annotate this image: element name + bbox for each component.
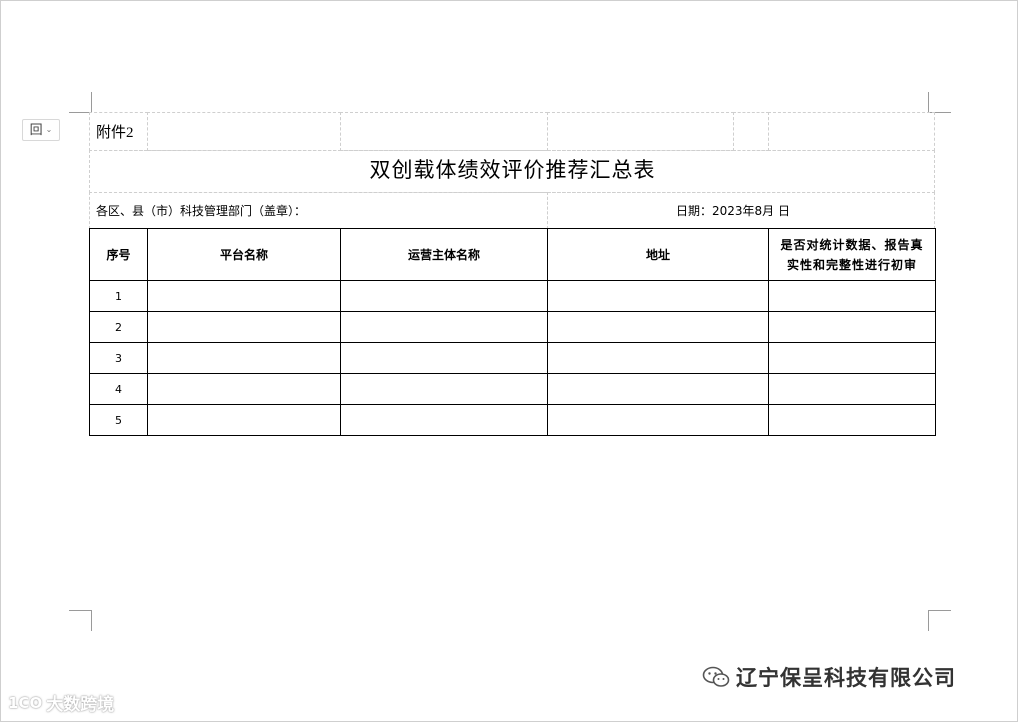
gridline-cell	[340, 112, 548, 151]
row-number: 5	[89, 404, 148, 436]
table-cell[interactable]	[147, 342, 341, 374]
table-cell[interactable]	[147, 311, 341, 343]
table-cell[interactable]	[547, 373, 769, 405]
layout-options-icon: 回	[29, 122, 43, 138]
attachment-label: 附件2	[96, 125, 134, 141]
table-row: 5	[89, 404, 936, 436]
table-cell[interactable]	[768, 404, 936, 436]
table-cell[interactable]	[147, 280, 341, 312]
header-review-line2: 实性和完整性进行初审	[786, 257, 917, 272]
table-row: 2	[89, 311, 936, 343]
table-row: 1	[89, 280, 936, 312]
date-label: 日期：2023年8月 日	[676, 204, 790, 218]
table-cell[interactable]	[340, 311, 548, 343]
table-cell[interactable]	[340, 342, 548, 374]
row-number: 3	[89, 342, 148, 374]
table-cell[interactable]	[547, 280, 769, 312]
crop-mark-top-right	[928, 92, 951, 113]
table-cell[interactable]	[340, 280, 548, 312]
header-seq: 序号	[89, 228, 148, 281]
header-review-line1: 是否对统计数据、报告真	[780, 237, 924, 252]
header-platform-name: 平台名称	[147, 228, 341, 281]
region-label: 各区、县（市）科技管理部门（盖章）：	[96, 204, 307, 218]
table-cell[interactable]	[768, 342, 936, 374]
company-name: 辽宁保呈科技有限公司	[736, 666, 956, 690]
form-title: 双创载体绩效评价推荐汇总表	[369, 158, 656, 182]
table-row: 3	[89, 342, 936, 374]
crop-mark-bottom-right	[928, 610, 951, 631]
layout-options-button[interactable]: 回 ⌄	[22, 119, 60, 141]
crop-mark-top-left	[69, 92, 92, 113]
gridline-cell	[547, 112, 734, 151]
summary-table: 序号 平台名称 运营主体名称 地址 是否对统计数据、报告真 实性和完整性进行初审…	[89, 228, 936, 436]
gridline-cell	[768, 112, 935, 151]
gridline-cell	[147, 112, 341, 151]
table-cell[interactable]	[547, 342, 769, 374]
table-cell[interactable]	[768, 311, 936, 343]
row-number: 1	[89, 280, 148, 312]
table-header-row: 序号 平台名称 运营主体名称 地址 是否对统计数据、报告真 实性和完整性进行初审	[89, 228, 936, 281]
table-cell[interactable]	[547, 311, 769, 343]
header-operator-name: 运营主体名称	[340, 228, 548, 281]
table-row: 4	[89, 373, 936, 405]
crop-mark-bottom-left	[69, 610, 92, 631]
source-name: 大数跨境	[46, 695, 115, 715]
chevron-down-icon: ⌄	[45, 125, 53, 134]
table-cell[interactable]	[547, 404, 769, 436]
wechat-icon	[702, 666, 730, 687]
source-watermark: 1CO 大数跨境	[8, 690, 115, 716]
source-logo: 1CO	[8, 693, 43, 712]
row-number: 4	[89, 373, 148, 405]
table-cell[interactable]	[147, 373, 341, 405]
header-review: 是否对统计数据、报告真 实性和完整性进行初审	[768, 228, 936, 281]
company-watermark: 辽宁保呈科技有限公司	[702, 662, 956, 692]
header-address: 地址	[547, 228, 769, 281]
row-number: 2	[89, 311, 148, 343]
table-cell[interactable]	[340, 404, 548, 436]
table-cell[interactable]	[768, 373, 936, 405]
table-cell[interactable]	[340, 373, 548, 405]
gridline-cell	[733, 112, 769, 151]
table-cell[interactable]	[768, 280, 936, 312]
table-cell[interactable]	[147, 404, 341, 436]
